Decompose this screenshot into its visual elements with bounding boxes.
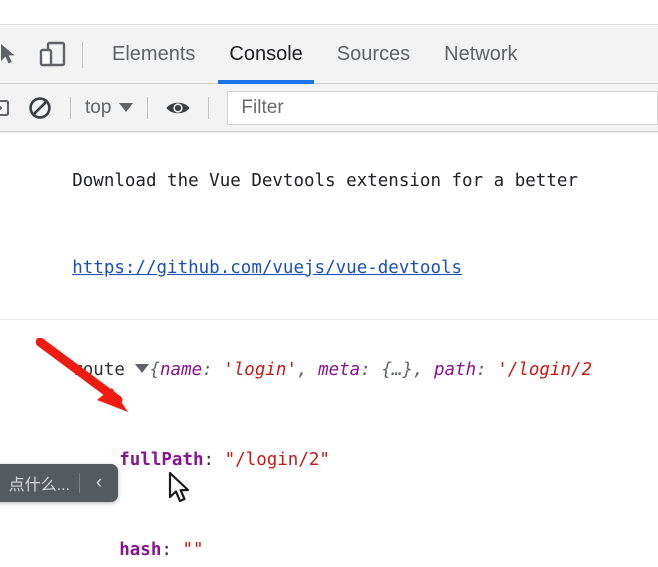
property-key: hash [119, 540, 162, 560]
vue-devtools-link[interactable]: https://github.com/vuejs/vue-devtools [72, 258, 462, 278]
execution-context-selector[interactable]: top [81, 97, 137, 119]
console-message-vue-devtools: Download the Vue Devtools extension for … [0, 133, 658, 225]
filter-placeholder: Filter [241, 96, 284, 118]
object-property-hash[interactable]: hash: "" [0, 505, 658, 567]
tab-network[interactable]: Network [427, 26, 534, 84]
preview-key-path: path [434, 360, 477, 380]
clear-console-icon[interactable] [20, 88, 60, 128]
preview-key-meta: meta [318, 360, 361, 380]
preview-key-name: name [160, 360, 203, 380]
preview-value-name: 'login' [223, 360, 297, 380]
devtools-window: Elements Console Sources Network top Fil… [0, 0, 658, 567]
console-message-link-row: https://github.com/vuejs/vue-devtools [0, 225, 658, 312]
device-toolbar-icon[interactable] [30, 33, 74, 77]
tab-console[interactable]: Console [212, 26, 319, 84]
filterbar-divider-1 [70, 96, 71, 119]
top-strip [0, 0, 658, 25]
tab-elements[interactable]: Elements [95, 26, 212, 84]
preview-value-meta: {…} [381, 360, 413, 380]
console-sidebar-toggle-icon[interactable] [0, 88, 20, 128]
route-preview-open: { [149, 360, 160, 380]
tab-elements-label: Elements [112, 43, 196, 65]
property-key: fullPath [119, 450, 204, 470]
chevron-left-icon[interactable]: ‹ [80, 472, 118, 494]
filterbar-divider-2 [147, 96, 149, 119]
eye-icon[interactable] [158, 88, 198, 128]
toolbar-divider [82, 41, 83, 68]
chevron-down-icon [119, 103, 134, 112]
floating-widget-text: 点什么... [8, 477, 70, 494]
filterbar-divider-3 [208, 96, 210, 119]
execution-context-label: top [85, 96, 112, 118]
tab-sources-label: Sources [336, 43, 411, 65]
tab-network-label: Network [444, 43, 518, 65]
console-filter-toolbar: top Filter [0, 84, 658, 132]
tab-console-label: Console [229, 43, 303, 65]
floating-input-widget[interactable]: 点什么... ‹ [0, 464, 118, 502]
expand-triangle-down-icon[interactable] [135, 364, 150, 373]
console-entry-route[interactable]: route {name: 'login', meta: {…}, path: '… [0, 320, 658, 415]
route-label: route [72, 360, 125, 380]
devtools-tabbar: Elements Console Sources Network [0, 26, 658, 84]
inspect-element-icon[interactable] [0, 33, 30, 77]
console-message-text: Download the Vue Devtools extension for … [72, 171, 589, 191]
tab-sources[interactable]: Sources [320, 26, 427, 84]
filter-input[interactable]: Filter [227, 90, 658, 125]
property-value: "/login/2" [224, 450, 330, 470]
property-value: "" [182, 540, 204, 560]
preview-value-path: '/login/2 [497, 360, 593, 380]
